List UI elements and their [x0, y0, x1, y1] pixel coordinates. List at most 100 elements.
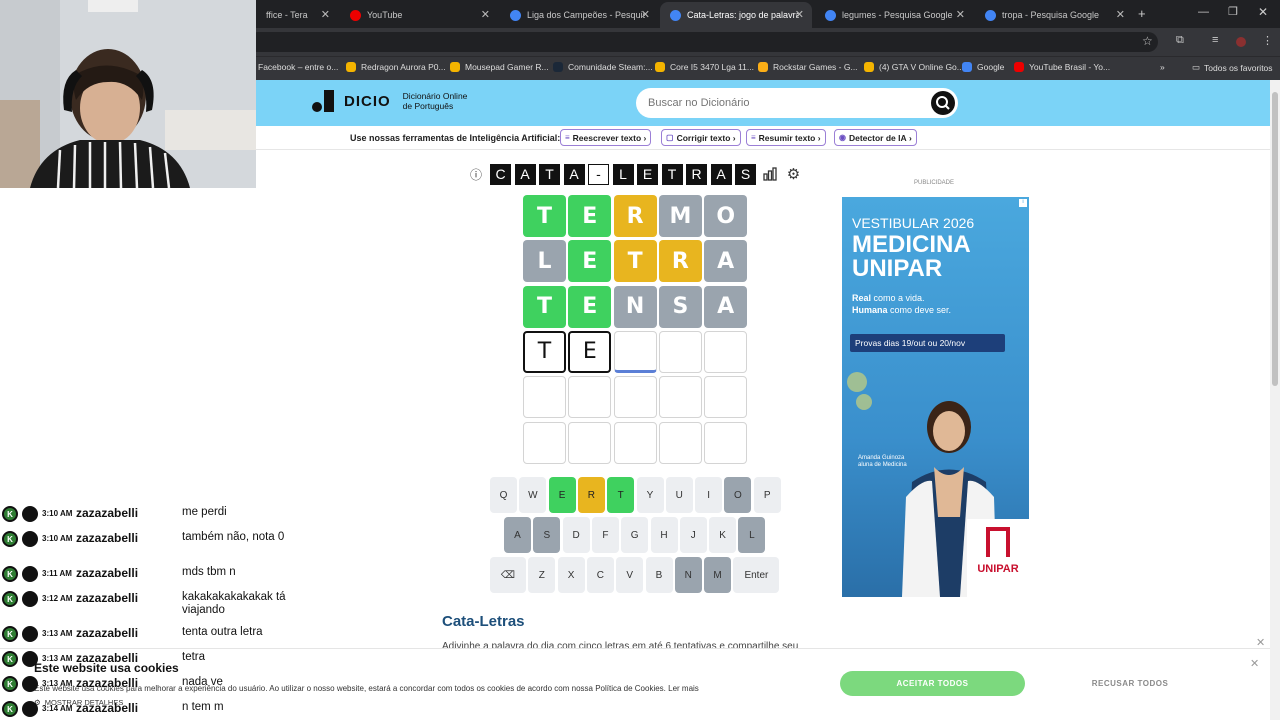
profile-avatar[interactable] — [1236, 37, 1246, 47]
keyboard-key[interactable]: H — [650, 517, 678, 553]
cookie-close-icon[interactable]: ✕ — [1250, 657, 1259, 670]
minimize-icon[interactable]: — — [1198, 6, 1209, 18]
keyboard-key[interactable]: Q — [490, 477, 517, 513]
tab-close-icon[interactable]: ✕ — [956, 8, 965, 21]
tab-close-icon[interactable]: ✕ — [641, 8, 650, 21]
bookmark-item[interactable]: Core I5 3470 Lga 11... — [655, 62, 754, 72]
ai-summarize-button[interactable]: ≡ Resumir texto › — [746, 129, 826, 146]
board-cell[interactable] — [613, 330, 657, 373]
keyboard-key[interactable]: T — [607, 477, 635, 513]
kick-badge-icon: K — [2, 506, 18, 522]
board-cell[interactable] — [523, 421, 566, 464]
keyboard-key[interactable]: A — [504, 517, 531, 553]
bookmark-item[interactable]: Google — [962, 62, 1004, 72]
keyboard-key[interactable]: X — [557, 557, 585, 593]
browser-tab[interactable]: tropa - Pesquisa Google ✕ — [975, 2, 1133, 28]
keyboard-key[interactable]: Y — [636, 477, 664, 513]
browser-tab[interactable]: ffice - Terabyte ✕ — [256, 2, 338, 28]
board-cell[interactable] — [658, 330, 702, 373]
board-cell: N — [613, 285, 657, 328]
board-cell[interactable] — [568, 376, 612, 419]
keyboard-key[interactable]: U — [665, 477, 693, 513]
board-cell[interactable] — [613, 421, 657, 464]
browser-tab[interactable]: YouTube ✕ — [340, 2, 498, 28]
close-window-icon[interactable]: ✕ — [1258, 5, 1268, 19]
browser-tab[interactable]: Cata-Letras: jogo de palavras p✕ — [660, 2, 812, 28]
bookmark-item[interactable]: Redragon Aurora P0... — [346, 62, 446, 72]
unipar-logo-text: UNIPAR — [977, 563, 1019, 575]
board-cell[interactable]: E — [568, 330, 612, 373]
board-cell[interactable] — [704, 376, 748, 419]
keyboard-key[interactable]: I — [695, 477, 723, 513]
keyboard-key[interactable]: M — [704, 557, 732, 593]
board-cell[interactable] — [568, 421, 612, 464]
keyboard-key[interactable]: R — [577, 477, 605, 513]
keyboard-key[interactable]: J — [679, 517, 707, 553]
keyboard-key[interactable]: E — [548, 477, 576, 513]
maximize-icon[interactable]: ❐ — [1228, 5, 1238, 18]
omnibox[interactable] — [248, 32, 1158, 52]
tab-close-icon[interactable]: ✕ — [481, 8, 490, 21]
browser-tab[interactable]: legumes - Pesquisa Google ✕ — [815, 2, 973, 28]
scrollbar-thumb[interactable] — [1272, 92, 1278, 386]
keyboard-key[interactable]: O — [724, 477, 752, 513]
tab-close-icon[interactable]: ✕ — [795, 8, 804, 21]
chat-message: K 3:10 AM zazazabelli também não, nota 0 — [0, 530, 300, 554]
bookmarks-overflow-icon[interactable]: » — [1160, 62, 1165, 72]
ai-detector-button[interactable]: ◉ Detector de IA › — [834, 129, 917, 146]
bookmark-item[interactable]: (4) GTA V Online Go... — [864, 62, 964, 72]
board-cell[interactable] — [704, 421, 748, 464]
bookmark-item[interactable]: Rockstar Games - G... — [758, 62, 858, 72]
bookmark-item[interactable]: Mousepad Gamer R... — [450, 62, 549, 72]
extensions-icon[interactable]: ⧉ — [1176, 34, 1184, 47]
kick-badge-icon: K — [2, 701, 18, 717]
new-tab-button[interactable]: + — [1138, 6, 1146, 21]
ai-correct-button[interactable]: ▢ Corrigir texto › — [661, 129, 741, 146]
keyboard-key[interactable]: B — [645, 557, 673, 593]
board-cell[interactable] — [523, 376, 566, 419]
board-cell[interactable] — [658, 421, 702, 464]
reject-all-button[interactable]: RECUSAR TODOS — [1040, 671, 1220, 696]
ad-banner[interactable]: VESTIBULAR 2026 MEDICINA UNIPAR Real como… — [842, 197, 1029, 597]
tab-close-icon[interactable]: ✕ — [321, 8, 330, 21]
stats-icon[interactable] — [762, 166, 778, 182]
tab-close-icon[interactable]: ✕ — [1116, 8, 1125, 21]
bookmark-item[interactable]: Comunidade Steam:... — [553, 62, 653, 72]
bookmark-favicon-icon — [346, 62, 356, 72]
browser-tab[interactable]: Liga dos Campeões - Pesquisa ✕ — [500, 2, 658, 28]
keyboard-key[interactable]: P — [753, 477, 781, 513]
keyboard-key[interactable]: G — [621, 517, 649, 553]
all-favorites[interactable]: ▭ Todos os favoritos — [1192, 62, 1273, 73]
keyboard-key[interactable]: S — [533, 517, 561, 553]
media-icon[interactable]: ≡ — [1212, 34, 1218, 46]
bookmark-item[interactable]: YouTube Brasil - Yo... — [1014, 62, 1110, 72]
title-letter: E — [637, 163, 658, 185]
search-button[interactable] — [931, 91, 955, 115]
keyboard-key[interactable]: K — [709, 517, 737, 553]
keyboard-key[interactable]: V — [616, 557, 644, 593]
board-cell[interactable]: T — [523, 330, 566, 373]
keyboard-key[interactable]: Z — [528, 557, 556, 593]
info-icon[interactable]: ⓘ — [468, 166, 484, 182]
keyboard-key[interactable]: N — [674, 557, 702, 593]
keyboard-key[interactable]: F — [591, 517, 619, 553]
board-cell[interactable] — [704, 330, 748, 373]
accept-all-button[interactable]: ACEITAR TODOS — [840, 671, 1025, 696]
dicio-logo[interactable]: DICIO Dicionário Online de Português — [312, 90, 467, 112]
ai-rewrite-button[interactable]: ≡ Reescrever texto › — [560, 129, 652, 146]
chat-username: zazazabelli — [76, 591, 139, 605]
menu-icon[interactable]: ⋮ — [1262, 34, 1273, 47]
keyboard-key[interactable]: D — [562, 517, 590, 553]
star-icon[interactable]: ☆ — [1142, 34, 1153, 48]
enter-key[interactable]: Enter — [733, 557, 780, 593]
board-cell[interactable] — [613, 376, 657, 419]
backspace-key[interactable]: ⌫ — [490, 557, 526, 593]
search-input[interactable] — [636, 88, 906, 118]
settings-gear-icon[interactable]: ⚙ — [786, 166, 802, 183]
keyboard-key[interactable]: W — [519, 477, 547, 513]
bookmark-item[interactable]: Facebook – entre o... — [258, 62, 338, 72]
keyboard-key[interactable]: C — [586, 557, 614, 593]
keyboard-key[interactable]: L — [738, 517, 766, 553]
board-cell[interactable] — [658, 376, 702, 419]
ad-info-icon[interactable]: i — [1019, 199, 1027, 207]
